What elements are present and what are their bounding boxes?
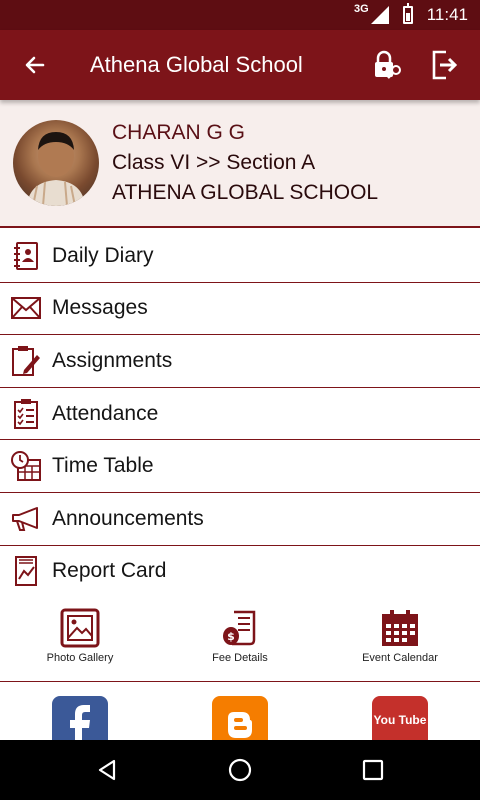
arrow-left-icon <box>25 56 45 74</box>
menu-item-time-table[interactable]: Time Table <box>0 440 480 493</box>
quick-links: Photo Gallery $ Fee Details Event Calend… <box>0 596 480 682</box>
clock: 11:41 <box>426 5 468 24</box>
nav-back-button[interactable] <box>77 740 137 800</box>
menu-item-label: Daily Diary <box>52 243 154 267</box>
megaphone-icon <box>0 493 52 545</box>
menu-item-label: Announcements <box>52 506 204 530</box>
student-name: CHARAN G G <box>112 121 246 144</box>
quick-link-label: Photo Gallery <box>46 652 114 664</box>
student-profile-card: CHARAN G G Class VI >> Section A ATHENA … <box>0 100 480 228</box>
page-title: Athena Global School <box>90 52 303 77</box>
facebook-button[interactable] <box>52 696 108 740</box>
class-section: Class VI >> Section A <box>112 151 316 174</box>
youtube-icon: You Tube <box>373 713 427 727</box>
system-nav-bar <box>0 740 480 800</box>
svg-text:$: $ <box>227 630 235 643</box>
avatar <box>13 120 99 206</box>
image-frame-icon <box>60 608 100 648</box>
menu-item-label: Report Card <box>52 559 167 583</box>
diary-icon <box>0 230 52 282</box>
clipboard-pencil-icon <box>0 335 52 387</box>
envelope-icon <box>0 282 52 334</box>
app-bar: Athena Global School <box>0 30 480 100</box>
facebook-icon <box>70 705 90 740</box>
social-links: You Tube <box>0 683 480 740</box>
back-button[interactable] <box>0 30 70 100</box>
menu-list: Daily Diary Messages Assignments Attenda… <box>0 230 480 599</box>
blogger-button[interactable] <box>212 696 268 740</box>
calendar-icon <box>382 610 418 646</box>
menu-item-attendance[interactable]: Attendance <box>0 387 480 441</box>
menu-item-report-card[interactable]: Report Card <box>0 545 480 599</box>
lock-key-icon <box>375 50 401 79</box>
photo-gallery-button[interactable]: Photo Gallery <box>0 596 160 681</box>
menu-item-assignments[interactable]: Assignments <box>0 335 480 388</box>
youtube-button[interactable]: You Tube <box>372 696 428 740</box>
quick-link-label: Event Calendar <box>362 652 438 664</box>
menu-item-announcements[interactable]: Announcements <box>0 492 480 546</box>
menu-item-messages[interactable]: Messages <box>0 282 480 336</box>
logout-button[interactable] <box>416 30 474 100</box>
clock-calendar-icon <box>0 440 52 492</box>
change-password-button[interactable] <box>358 30 416 100</box>
money-scroll-icon: $ <box>223 610 256 646</box>
event-calendar-button[interactable]: Event Calendar <box>320 596 480 681</box>
triangle-back-icon <box>98 759 115 781</box>
nav-home-button[interactable] <box>210 740 270 800</box>
menu-item-label: Attendance <box>52 401 159 425</box>
menu-item-label: Time Table <box>52 454 154 478</box>
menu-item-daily-diary[interactable]: Daily Diary <box>0 230 480 283</box>
nav-recents-button[interactable] <box>343 740 403 800</box>
battery-icon <box>402 3 413 24</box>
circle-home-icon <box>228 758 252 782</box>
status-bar: 3G 11:41 <box>0 0 480 30</box>
school-name: ATHENA GLOBAL SCHOOL <box>112 181 379 204</box>
quick-link-label: Fee Details <box>212 652 268 664</box>
fee-details-button[interactable]: $ Fee Details <box>160 596 320 681</box>
checklist-icon <box>0 388 52 440</box>
blogger-icon <box>228 712 252 738</box>
menu-item-label: Messages <box>52 296 148 320</box>
square-recents-icon <box>363 759 384 781</box>
chart-document-icon <box>0 545 52 597</box>
logout-icon <box>432 50 458 80</box>
network-type: 3G <box>354 3 369 15</box>
signal-icon <box>370 6 389 24</box>
menu-item-label: Assignments <box>52 348 173 372</box>
